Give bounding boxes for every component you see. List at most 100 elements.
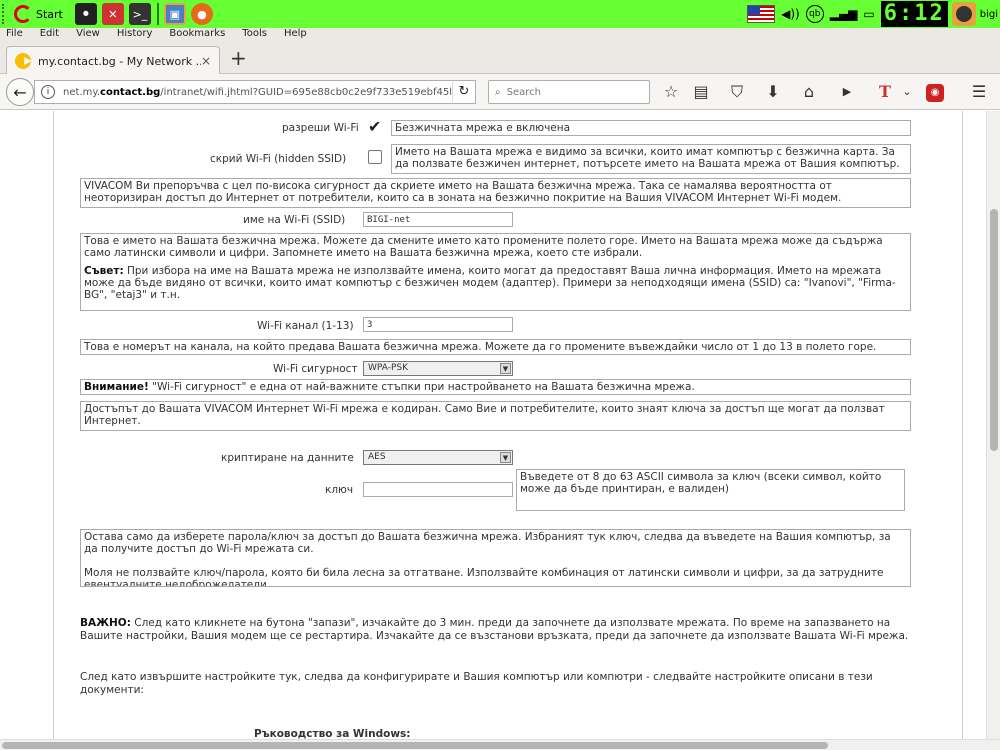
firefox-icon[interactable]: ● <box>190 3 213 25</box>
encryption-selected: AES <box>368 452 386 462</box>
pocket-icon[interactable]: ⛉ <box>726 82 748 102</box>
dropdown-arrow-icon: ▼ <box>500 363 511 374</box>
downloads-icon[interactable]: ⬇ <box>762 82 784 102</box>
url-path: /intranet/wifi.jhtml?GUID=695e88cb0c2e9f… <box>160 86 453 98</box>
tab-close-icon[interactable]: × <box>201 54 211 68</box>
after-setup-text: След като извършите настройките тук, сле… <box>80 671 873 696</box>
ssid-label: име на Wi-Fi (SSID) <box>243 214 346 226</box>
important-bold: ВАЖНО: <box>80 617 131 629</box>
start-button[interactable]: Start <box>14 2 63 26</box>
file-manager-icon[interactable]: ▣ <box>163 3 186 25</box>
ssid-info-box: Това е името на Вашата безжична мрежа. М… <box>80 233 911 311</box>
search-icon: ⌕ <box>495 86 501 98</box>
final-note-2: Моля не ползвайте ключ/парола, която би … <box>84 567 884 587</box>
translate-icon[interactable]: T <box>874 82 896 102</box>
key-input[interactable] <box>363 482 513 497</box>
clock[interactable]: 6:12 <box>880 1 948 27</box>
hide-ssid-label: скрий Wi-Fi (hidden SSID) <box>210 153 347 165</box>
vertical-scrollbar[interactable] <box>986 111 1000 739</box>
access-info: Достъпът до Вашата VIVACOM Интернет Wi-F… <box>80 401 911 431</box>
menu-help[interactable]: Help <box>284 28 307 40</box>
hide-ssid-desc: Името на Вашата мрежа е видимо за всички… <box>391 144 911 174</box>
security-selected: WPA-PSK <box>368 363 408 373</box>
menu-view[interactable]: View <box>76 28 100 40</box>
system-tray: ◀)) qb ▂▄▆ ▭ 6:12 bigi <box>747 0 1000 28</box>
start-label: Start <box>36 7 63 21</box>
vivacom-recommendation: VIVACOM Ви препоръчва с цел по-висока си… <box>80 178 911 208</box>
bookmark-star-icon[interactable]: ☆ <box>660 82 682 102</box>
search-placeholder: Search <box>506 86 541 98</box>
user-name[interactable]: bigi <box>980 9 998 20</box>
key-hint: Въведете от 8 до 63 ASCII символа за клю… <box>516 469 905 511</box>
important-text: След като кликнете на бутона "запази", и… <box>80 617 909 642</box>
enable-wifi-checkbox[interactable]: ✔ <box>368 119 381 135</box>
reload-icon: ↻ <box>458 84 470 99</box>
search-box[interactable]: ⌕ Search <box>488 80 650 104</box>
tab-title: my.contact.bg - My Network ... <box>38 54 201 68</box>
url-bar[interactable]: i net.my. contact.bg/intranet/wifi.jhtml?… <box>34 80 476 104</box>
dropdown-arrow-icon: ▼ <box>500 452 511 463</box>
vertical-scroll-thumb[interactable] <box>990 209 998 451</box>
attention-text: "Wi-Fi сигурност" е една от най-важните … <box>148 381 695 393</box>
navigation-bar: i net.my. contact.bg/intranet/wifi.jhtml?… <box>0 74 1000 110</box>
horizontal-scroll-thumb[interactable] <box>2 742 828 749</box>
url-prefix: net.my. <box>63 86 101 98</box>
important-note: ВАЖНО: След като кликнете на бутона "зап… <box>80 617 910 643</box>
home-icon[interactable]: ⌂ <box>798 82 820 102</box>
ublock-icon[interactable]: ◉ <box>926 84 944 102</box>
translate-dropdown-icon[interactable]: ⌄ <box>896 82 918 102</box>
youtube-icon[interactable]: ▶ <box>836 82 858 102</box>
guide-windows-heading[interactable]: Ръководство за Windows: <box>254 728 410 739</box>
menu-edit[interactable]: Edit <box>40 28 59 40</box>
terminal-icon[interactable]: >_ <box>128 3 151 25</box>
ssid-input[interactable]: BIGI-net <box>363 212 513 227</box>
advice-bold: Съвет: <box>84 265 124 277</box>
attention-bold: Внимание! <box>84 381 149 393</box>
url-domain: contact.bg <box>100 86 161 98</box>
qbittorrent-icon[interactable]: qb <box>805 5 824 23</box>
enable-wifi-label: разреши Wi-Fi <box>282 122 359 134</box>
ssid-advice: Съвет: При избора на име на Вашата мрежа… <box>84 265 907 301</box>
advice-text: При избора на име на Вашата мрежа не изп… <box>84 265 896 301</box>
keyboard-layout-flag-icon[interactable] <box>747 5 776 23</box>
final-notes-box: Остава само да изберете парола/ключ за д… <box>80 529 911 587</box>
battery-icon[interactable]: ▭ <box>863 7 874 21</box>
tools-icon[interactable]: ✕ <box>101 3 124 25</box>
media-player-icon[interactable]: ⏺ <box>74 3 97 25</box>
tab-active[interactable]: my.contact.bg - My Network ... × <box>6 46 220 75</box>
ssid-info-text: Това е името на Вашата безжична мрежа. М… <box>84 235 883 259</box>
encryption-label: криптиране на данните <box>221 452 354 464</box>
hamburger-menu-icon[interactable]: ☰ <box>968 82 990 102</box>
menu-bookmarks[interactable]: Bookmarks <box>169 28 225 40</box>
hide-ssid-checkbox[interactable] <box>368 150 382 164</box>
page-content: разреши Wi-Fi ✔ Безжичната мрежа е включ… <box>0 111 986 739</box>
security-select[interactable]: WPA-PSK ▼ <box>363 361 513 376</box>
panel-grip[interactable] <box>2 4 8 24</box>
attention-box: Внимание! "Wi-Fi сигурност" е една от на… <box>80 379 911 395</box>
enable-wifi-desc: Безжичната мрежа е включена <box>391 120 911 136</box>
menu-tools[interactable]: Tools <box>242 28 267 40</box>
site-favicon-icon <box>15 53 32 69</box>
reload-button[interactable]: ↻ <box>452 80 476 104</box>
back-arrow-icon: ← <box>13 82 27 102</box>
right-border <box>962 111 963 739</box>
user-avatar[interactable] <box>951 2 976 26</box>
menu-bar: File Edit View History Bookmarks Tools H… <box>0 28 1000 40</box>
site-info-icon[interactable]: i <box>41 85 55 99</box>
encryption-select[interactable]: AES ▼ <box>363 450 513 465</box>
reading-list-icon[interactable]: ▤ <box>690 82 712 102</box>
security-label: Wi-Fi сигурност <box>273 363 358 375</box>
horizontal-scrollbar[interactable] <box>0 739 1000 750</box>
volume-icon[interactable]: ◀)) <box>781 7 800 21</box>
menu-history[interactable]: History <box>117 28 153 40</box>
back-button[interactable]: ← <box>6 78 34 106</box>
debian-logo-icon <box>14 5 32 23</box>
menu-file[interactable]: File <box>6 28 23 40</box>
channel-info: Това е номерът на канала, на който преда… <box>80 339 911 355</box>
signal-icon[interactable]: ▂▄▆ <box>830 7 858 21</box>
new-tab-button[interactable]: + <box>230 48 247 68</box>
left-border <box>53 111 54 739</box>
channel-input[interactable]: 3 <box>363 317 513 332</box>
panel-separator <box>156 3 159 25</box>
desktop-panel: Start ⏺ ✕ >_ ▣ ● ◀)) qb ▂▄▆ ▭ 6:12 bigi <box>0 0 1000 28</box>
